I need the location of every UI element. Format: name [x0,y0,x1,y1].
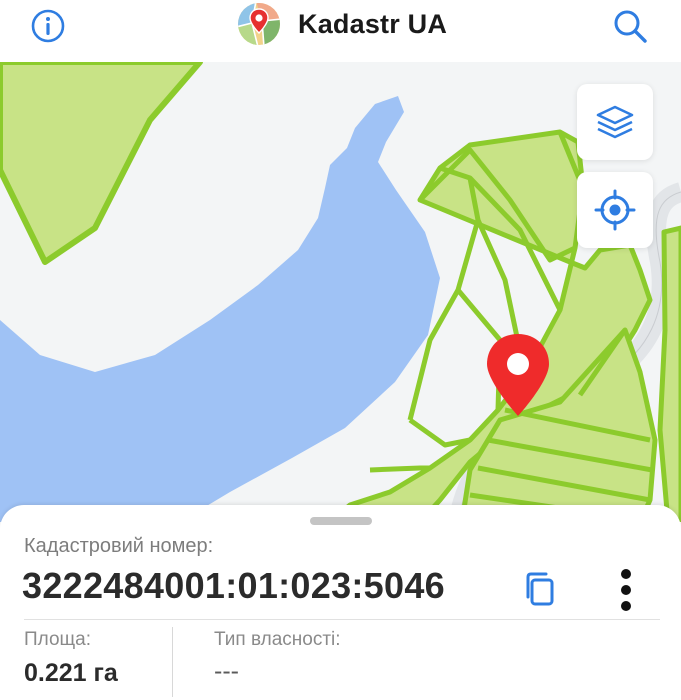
more-options-button[interactable] [606,565,646,615]
app-root: Kadastr UA Кадастровий номер: 3222484001… [0,0,681,700]
field-divider [172,627,173,697]
search-icon [614,10,647,43]
top-bar: Kadastr UA [0,0,681,62]
ownership-type-label: Тип власності: [214,629,341,650]
cadastral-number-label: Кадастровий номер: [24,535,214,557]
search-button[interactable] [606,6,654,46]
layers-button[interactable] [577,84,653,160]
app-brand: Kadastr UA [236,2,447,46]
info-button[interactable] [24,6,72,46]
more-vertical-icon [621,569,631,611]
area-value: 0.221 га [24,659,118,687]
parcel-right-edge[interactable] [657,225,681,522]
sheet-grabber[interactable] [310,517,372,525]
app-logo-icon [238,3,280,45]
ownership-type-value: --- [214,657,239,685]
crosshair-icon [594,189,636,231]
area-label: Площа: [24,629,92,650]
info-icon [31,9,65,43]
copy-button[interactable] [518,567,562,611]
parcel-info-sheet[interactable]: Кадастровий номер: 3222484001:01:023:504… [0,505,681,700]
locate-button[interactable] [577,172,653,248]
sheet-divider [24,619,660,620]
copy-icon [526,572,554,606]
app-title: Kadastr UA [298,8,448,39]
cadastral-number-value: 3222484001:01:023:5046 [22,565,445,606]
layers-icon [596,105,634,139]
